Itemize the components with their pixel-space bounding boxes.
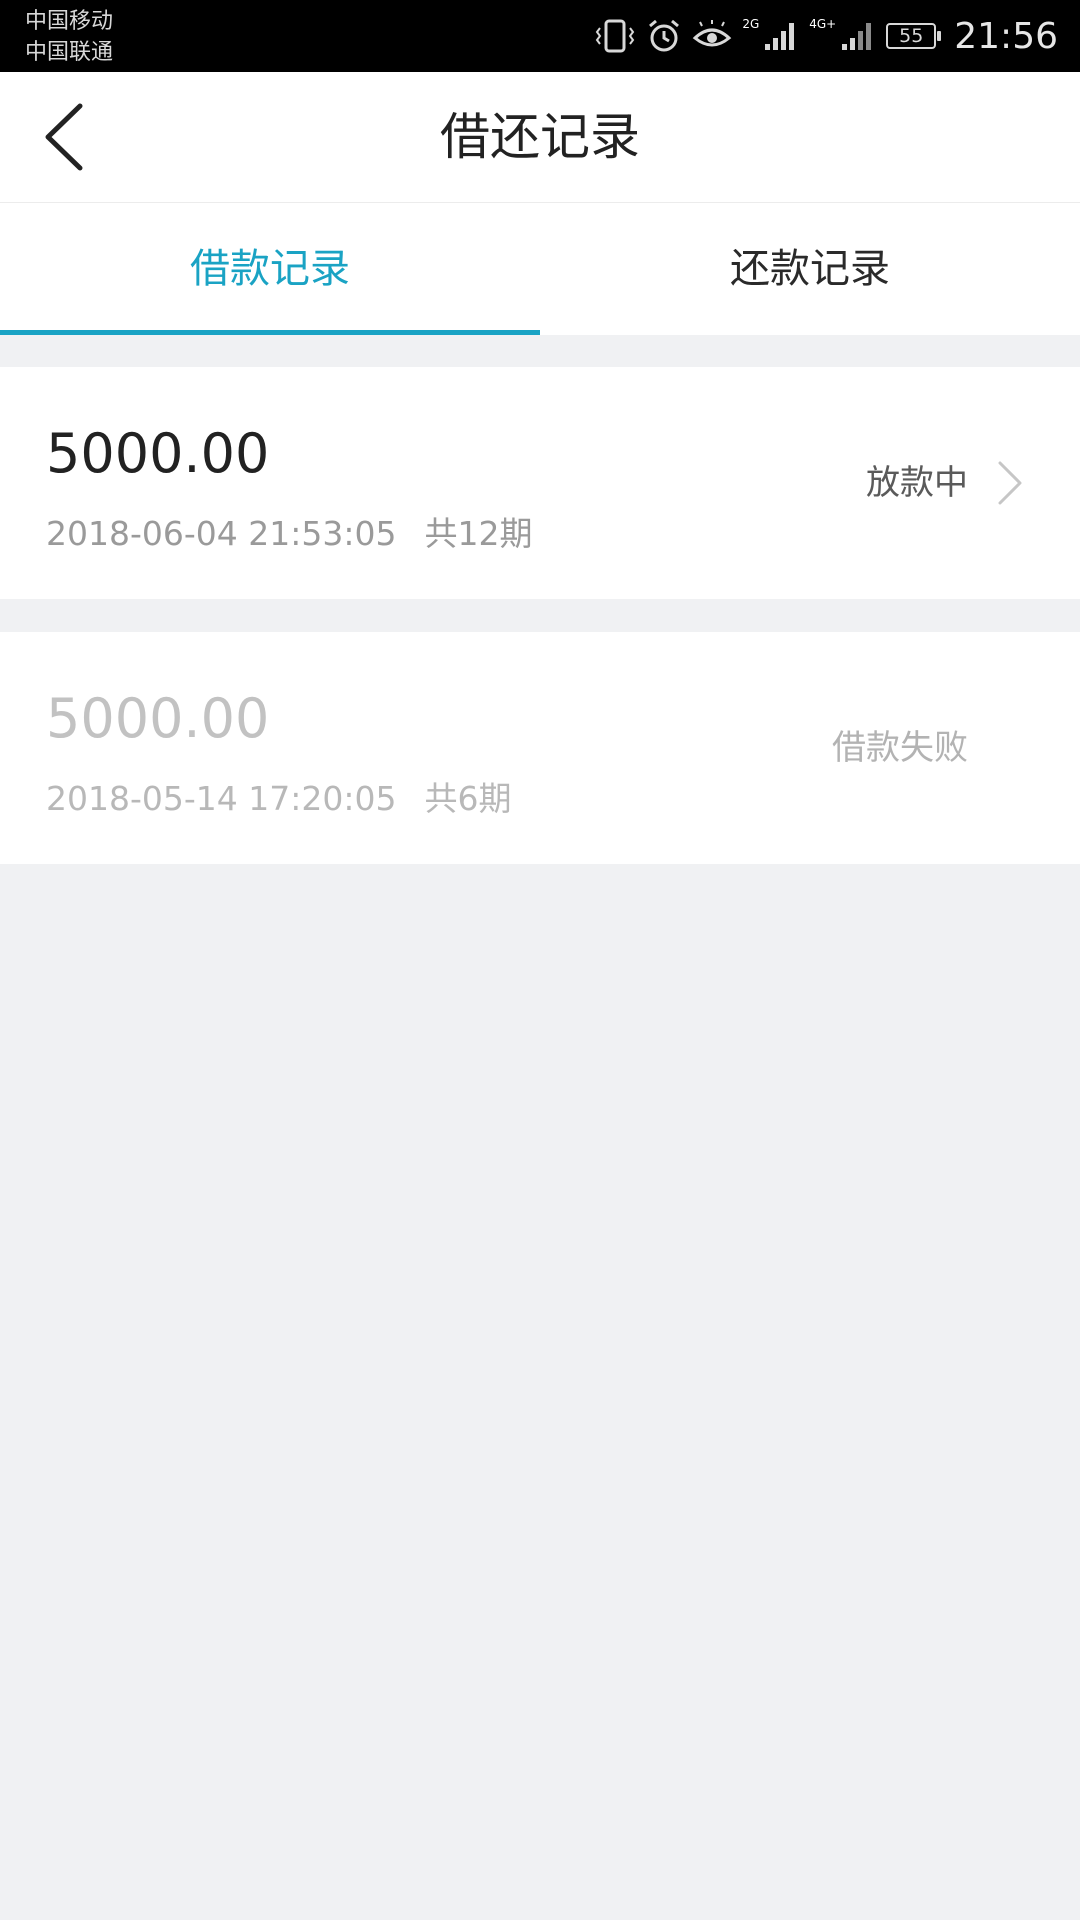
- carrier-1: 中国移动: [25, 9, 114, 34]
- page-title: 借还记录: [440, 108, 640, 166]
- status-icons: 2G 4G+ 55 21:56: [594, 0, 1058, 72]
- chevron-left-icon: [45, 103, 83, 171]
- record-item[interactable]: 5000.00 2018-06-04 21:53:05 共12期 放款中: [0, 367, 1080, 599]
- carrier-names: 中国移动 中国联通: [25, 6, 113, 68]
- battery-level: 55: [899, 25, 924, 47]
- status-bar: 中国移动 中国联通 2G 4G+ 55 21:56: [0, 0, 1080, 72]
- battery-icon: 55: [886, 23, 942, 49]
- back-button[interactable]: [38, 102, 98, 172]
- record-item[interactable]: 5000.00 2018-05-14 17:20:05 共6期 借款失败: [0, 632, 1080, 864]
- signal-icon-1: [765, 23, 795, 50]
- tab-borrow-records[interactable]: 借款记录: [0, 203, 540, 335]
- tab-repay-records[interactable]: 还款记录: [540, 203, 1080, 335]
- header: 借还记录: [0, 72, 1080, 203]
- record-meta: 2018-06-04 21:53:05 共12期: [46, 507, 532, 555]
- record-meta: 2018-05-14 17:20:05 共6期: [46, 772, 511, 820]
- chevron-right-icon: [998, 461, 1022, 505]
- eye-comfort-icon: [693, 20, 732, 47]
- record-periods: 共12期: [424, 514, 533, 553]
- clock: 21:56: [954, 15, 1058, 57]
- record-periods: 共6期: [424, 779, 512, 818]
- record-amount: 5000.00: [46, 687, 270, 750]
- carrier-2: 中国联通: [25, 40, 114, 65]
- record-status: 借款失败: [832, 728, 968, 768]
- network-label-2: 4G+: [809, 17, 837, 31]
- network-label-1: 2G: [742, 17, 760, 31]
- tab-bar: 借款记录 还款记录: [0, 203, 1080, 335]
- record-amount: 5000.00: [46, 422, 270, 485]
- alarm-icon: [649, 19, 680, 52]
- record-status: 放款中: [866, 463, 968, 503]
- signal-icon-2: [842, 23, 872, 50]
- record-datetime: 2018-06-04 21:53:05: [46, 514, 397, 553]
- vibrate-icon: [596, 19, 635, 53]
- record-datetime: 2018-05-14 17:20:05: [46, 779, 397, 818]
